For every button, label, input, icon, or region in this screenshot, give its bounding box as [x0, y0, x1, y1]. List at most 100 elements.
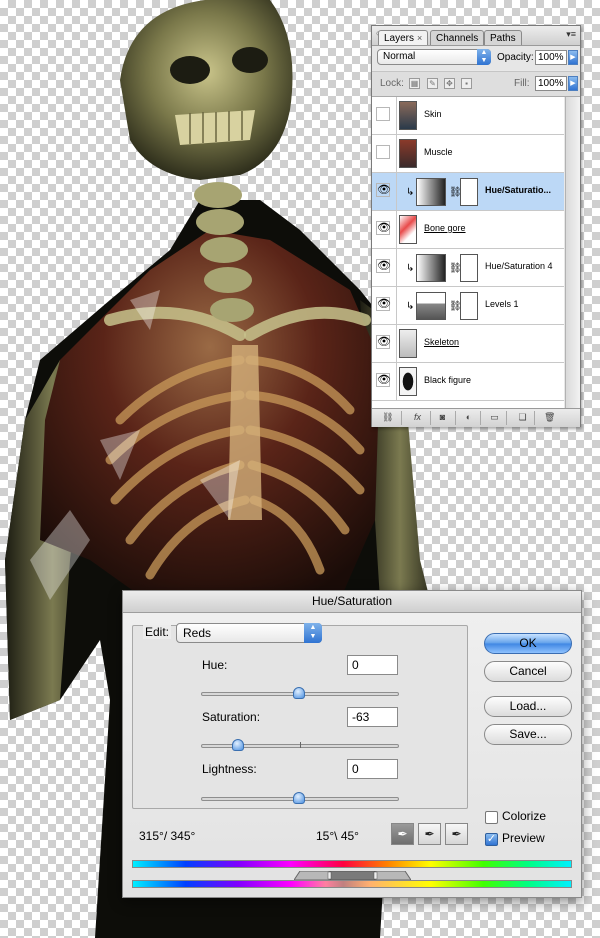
range-bar-graphic	[293, 870, 412, 881]
trash-icon[interactable]: 🗑	[544, 412, 555, 423]
adjustment-thumbnail	[416, 254, 446, 282]
edit-channel-select[interactable]: Reds ▲ ▼	[176, 623, 322, 643]
layer-thumbnail	[399, 101, 417, 130]
layer-name: Black figure	[424, 375, 472, 385]
saturation-label: Saturation:	[202, 710, 261, 724]
layer-row-bone-gore[interactable]: 👁 Bone gore	[372, 211, 564, 249]
adjustment-layer-icon[interactable]: ◐	[463, 412, 474, 423]
tab-paths[interactable]: Paths	[484, 30, 522, 45]
adjustment-group	[132, 625, 468, 809]
edit-label: Edit:	[143, 625, 172, 639]
layer-thumbnail	[399, 139, 417, 168]
layer-mask-thumbnail	[460, 254, 478, 282]
lock-row: Lock: ▦ ✎ ✥ ▪ Fill: 100% ▶	[372, 71, 580, 97]
hue-slider-knob[interactable]	[293, 687, 305, 699]
eye-icon[interactable]: 👁	[376, 183, 391, 197]
opacity-field[interactable]: 100%	[535, 50, 567, 65]
layer-thumbnail	[399, 329, 417, 358]
eye-icon[interactable]: 👁	[376, 259, 391, 273]
eyedropper-minus-icon[interactable]: ✒	[445, 823, 468, 845]
hue-label: Hue:	[202, 658, 228, 672]
opacity-arrow-icon[interactable]: ▶	[568, 50, 578, 65]
panel-footer: ⛓ fx ◙ ◐ ▭ ❏ 🗑	[372, 408, 580, 427]
histogram-thumbnail	[416, 292, 446, 320]
layer-mask-thumbnail	[460, 178, 478, 206]
saturation-center-tick	[300, 742, 301, 748]
color-range-bar[interactable]	[293, 870, 412, 881]
hue-input[interactable]: 0	[347, 655, 398, 675]
save-button[interactable]: Save...	[484, 724, 572, 745]
blend-row: Normal ▲ ▼ Opacity: 100% ▶	[372, 46, 580, 70]
tab-channels[interactable]: Channels	[430, 30, 485, 45]
add-mask-icon[interactable]: ◙	[437, 412, 448, 423]
clipping-arrow-icon: ↳	[406, 263, 415, 274]
layer-thumbnail	[399, 215, 417, 244]
layer-list: Skin Muscle 👁 ↳ ⛓ Hue/Saturatio... 👁 Bon…	[372, 97, 564, 408]
layer-row-hue-saturation[interactable]: 👁 ↳ ⛓ Hue/Saturatio...	[372, 173, 564, 211]
layer-name: Hue/Saturation 4	[485, 261, 553, 271]
layer-thumbnail	[399, 367, 417, 396]
hue-saturation-dialog: Hue/Saturation Edit: Reds ▲ ▼ Hue: 0 Satu…	[122, 590, 582, 898]
layer-row-muscle[interactable]: Muscle	[372, 135, 564, 173]
eye-icon[interactable]: 👁	[376, 373, 391, 387]
lock-all-icon[interactable]: ▪	[461, 78, 472, 89]
layer-row-hue-saturation-4[interactable]: 👁 ↳ ⛓ Hue/Saturation 4	[372, 249, 564, 287]
panel-tab-bar: ○ Layers× Channels Paths ▾≡	[372, 26, 580, 46]
lock-label: Lock:	[380, 78, 404, 89]
link-layers-icon[interactable]: ⛓	[382, 412, 393, 423]
fill-label: Fill:	[514, 78, 530, 89]
lightness-slider-knob[interactable]	[293, 792, 305, 804]
output-color-spectrum	[132, 880, 572, 888]
eye-icon[interactable]: 👁	[376, 335, 391, 349]
opacity-label: Opacity:	[497, 52, 534, 63]
cancel-button[interactable]: Cancel	[484, 661, 572, 682]
chevron-updown-icon: ▲ ▼	[304, 623, 322, 643]
range-right-readout: 15°\ 45°	[316, 829, 359, 843]
layer-row-skin[interactable]: Skin	[372, 97, 564, 135]
layers-scrollbar[interactable]	[565, 97, 580, 408]
eye-icon[interactable]: 👁	[376, 297, 391, 311]
layers-panel: ○ Layers× Channels Paths ▾≡ Normal ▲▼ Op…	[371, 25, 581, 427]
layer-name: Muscle	[424, 147, 453, 157]
chevron-updown-icon: ▲ ▼	[477, 49, 491, 65]
blend-mode-select[interactable]: Normal ▲ ▼	[377, 49, 491, 65]
fill-arrow-icon[interactable]: ▶	[568, 76, 578, 91]
panel-menu-icon[interactable]: ▾≡	[566, 30, 576, 39]
layer-row-black-figure[interactable]: 👁 Black figure	[372, 363, 564, 401]
eye-icon[interactable]: 👁	[376, 221, 391, 235]
dialog-title: Hue/Saturation	[123, 591, 581, 613]
layer-row-levels-1[interactable]: 👁 ↳ ⛓ Levels 1	[372, 287, 564, 325]
colorize-checkbox[interactable]	[485, 811, 498, 824]
clipping-arrow-icon: ↳	[406, 187, 415, 198]
load-button[interactable]: Load...	[484, 696, 572, 717]
fx-icon[interactable]: fx	[412, 412, 423, 423]
edit-channel-value: Reds	[183, 626, 212, 640]
new-group-icon[interactable]: ▭	[489, 412, 500, 423]
layer-mask-thumbnail	[460, 292, 478, 320]
tab-close-icon[interactable]: ×	[417, 33, 422, 43]
eyedropper-plus-icon[interactable]: ✒	[418, 823, 441, 845]
tab-layers[interactable]: Layers ×	[378, 30, 429, 45]
lock-transparency-icon[interactable]: ▦	[409, 78, 420, 89]
ok-button[interactable]: OK	[484, 633, 572, 654]
eyedropper-icon[interactable]: ✒	[391, 823, 414, 845]
saturation-slider-knob[interactable]	[232, 739, 244, 751]
saturation-input[interactable]: -63	[347, 707, 398, 727]
visibility-toggle-empty[interactable]	[376, 145, 390, 159]
adjustment-thumbnail	[416, 178, 446, 206]
tab-label: Channels	[436, 33, 479, 44]
fill-field[interactable]: 100%	[535, 76, 567, 91]
preview-label: Preview	[502, 831, 545, 845]
lock-brush-icon[interactable]: ✎	[427, 78, 438, 89]
preview-checkbox[interactable]: ✓	[485, 833, 498, 846]
visibility-toggle-empty[interactable]	[376, 107, 390, 121]
lock-move-icon[interactable]: ✥	[444, 78, 455, 89]
tab-label: Paths	[490, 33, 516, 44]
blend-mode-value: Normal	[383, 51, 416, 62]
input-color-spectrum	[132, 860, 572, 868]
layer-row-skeleton[interactable]: 👁 Skeleton	[372, 325, 564, 363]
lightness-input[interactable]: 0	[347, 759, 398, 779]
layer-name: Skeleton	[424, 337, 460, 347]
new-layer-icon[interactable]: ❏	[517, 412, 528, 423]
lightness-label: Lightness:	[202, 762, 257, 776]
